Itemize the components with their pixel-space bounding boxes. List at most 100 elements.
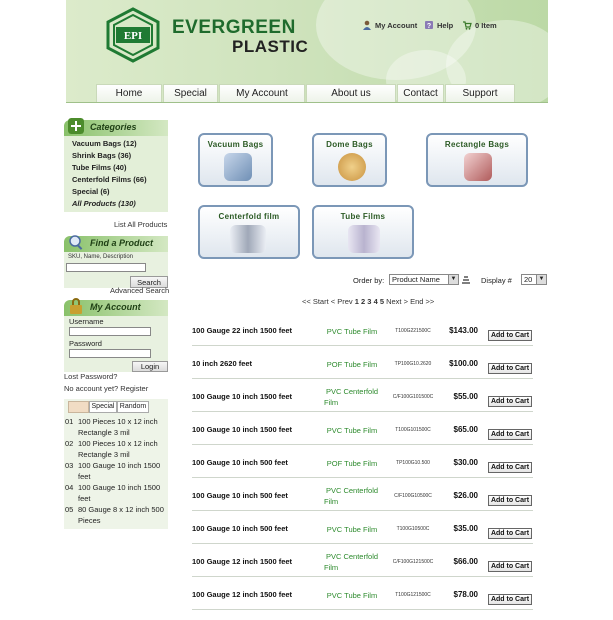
find-product-box: Find a Product SKU, Name, Description Se… [64, 235, 168, 288]
product-name[interactable]: 100 Gauge 10 inch 500 feet [192, 491, 288, 500]
tab-special[interactable]: Special [89, 401, 117, 413]
help-icon: ? [425, 21, 433, 30]
product-sku: C/F100G121500C [392, 559, 434, 565]
product-name[interactable]: 100 Gauge 12 inch 1500 feet [192, 590, 292, 599]
find-product-header: Find a Product [64, 235, 168, 252]
product-row: 100 Gauge 12 inch 1500 feet PVC Tube Film… [192, 577, 533, 610]
add-to-cart-button[interactable]: Add to Cart [488, 594, 532, 605]
category-button-rectangle-bags[interactable]: Rectangle Bags [426, 133, 528, 187]
product-row: 100 Gauge 10 inch 500 feet PVC Centerfold… [192, 478, 533, 511]
product-name[interactable]: 100 Gauge 10 inch 1500 feet [192, 392, 292, 401]
product-category[interactable]: PVC Tube Film [320, 590, 384, 601]
item-title-line2: feet [78, 494, 91, 503]
product-category[interactable]: PVC Tube Film [320, 524, 384, 535]
chevron-down-icon: ▼ [448, 275, 458, 284]
product-price: $35.00 [453, 524, 478, 533]
product-category[interactable]: PVC Centerfold Film [320, 551, 384, 573]
register-link[interactable]: No account yet? Register [64, 384, 148, 393]
nav-home[interactable]: Home [96, 84, 162, 102]
product-name[interactable]: 100 Gauge 22 inch 1500 feet [192, 326, 292, 335]
category-vacuum-bags[interactable]: Vacuum Bags (12) [72, 138, 168, 150]
product-name[interactable]: 10 inch 2620 feet [192, 359, 252, 368]
random-product-item[interactable]: 05 80 Gauge 8 x 12 inch 500 Pieces [65, 504, 167, 526]
cart-link[interactable]: 0 Item [462, 20, 497, 30]
item-title-line2: Rectangle 3 mil [78, 428, 130, 437]
category-centerfold-films[interactable]: Centerfold Films (66) [72, 174, 168, 186]
pagination-start[interactable]: << Start [302, 297, 329, 306]
help-link[interactable]: ? Help [424, 20, 453, 30]
category-shrink-bags[interactable]: Shrink Bags (36) [72, 150, 168, 162]
tab-latest[interactable] [68, 401, 89, 413]
product-name[interactable]: 100 Gauge 10 inch 500 feet [192, 458, 288, 467]
category-button-dome-bags[interactable]: Dome Bags [312, 133, 387, 187]
product-row: 100 Gauge 10 inch 1500 feet PVC Centerfol… [192, 379, 533, 412]
product-category[interactable]: PVC Tube Film [320, 425, 384, 436]
my-account-link[interactable]: My Account [362, 20, 417, 30]
random-product-item[interactable]: 04 100 Gauge 10 inch 1500 feet [65, 482, 167, 504]
login-button[interactable]: Login [132, 361, 168, 372]
product-category[interactable]: PVC Centerfold Film [320, 485, 384, 507]
pagination-page-3[interactable]: 3 [367, 297, 371, 306]
product-row: 100 Gauge 10 inch 1500 feet PVC Tube Film… [192, 412, 533, 445]
order-by-label: Order by: [353, 276, 385, 285]
search-input[interactable] [66, 263, 146, 272]
product-category[interactable]: POF Tube Film [320, 458, 384, 469]
order-by-select[interactable]: Product Name ▼ [389, 274, 459, 285]
pagination-page-5[interactable]: 5 [380, 297, 384, 306]
nav-about-us[interactable]: About us [306, 84, 396, 102]
random-product-item[interactable]: 03 100 Gauge 10 inch 1500 feet [65, 460, 167, 482]
add-to-cart-button[interactable]: Add to Cart [488, 561, 532, 572]
account-header: My Account [64, 298, 168, 316]
display-count-select[interactable]: 20 ▼ [521, 274, 547, 285]
nav-support[interactable]: Support [445, 84, 515, 102]
product-name[interactable]: 100 Gauge 10 inch 500 feet [192, 524, 288, 533]
nav-special[interactable]: Special [163, 84, 218, 102]
product-row: 10 inch 2620 feet POF Tube Film TP100G10.2… [192, 346, 533, 379]
product-category[interactable]: POF Tube Film [320, 359, 384, 370]
item-title-line1: 80 Gauge 8 x 12 inch 500 [78, 505, 164, 514]
add-to-cart-button[interactable]: Add to Cart [488, 330, 532, 341]
product-sku: TP100G10.500 [396, 460, 430, 466]
product-name[interactable]: 100 Gauge 10 inch 1500 feet [192, 425, 292, 434]
add-to-cart-button[interactable]: Add to Cart [488, 495, 532, 506]
item-title-line1: 100 Gauge 10 inch 1500 [78, 483, 161, 492]
add-to-cart-button[interactable]: Add to Cart [488, 462, 532, 473]
advanced-search-link[interactable]: Advanced Search [110, 286, 169, 295]
add-to-cart-button[interactable]: Add to Cart [488, 363, 532, 374]
category-tube-films[interactable]: Tube Films (40) [72, 162, 168, 174]
product-category[interactable]: PVC Centerfold Film [320, 386, 384, 408]
sort-direction-icon[interactable] [461, 274, 471, 284]
nav-contact[interactable]: Contact [397, 84, 444, 102]
list-all-products-link[interactable]: List All Products [114, 220, 167, 229]
category-button-vacuum-bags[interactable]: Vacuum Bags [198, 133, 273, 187]
add-to-cart-button[interactable]: Add to Cart [488, 396, 532, 407]
evergreen-logo[interactable]: EPI [104, 7, 162, 63]
brand-name-line2: PLASTIC [232, 37, 309, 56]
pagination-end[interactable]: End >> [410, 297, 434, 306]
random-product-item[interactable]: 02 100 Pieces 10 x 12 inch Rectangle 3 mil [65, 438, 167, 460]
username-field[interactable] [69, 327, 151, 336]
tab-random[interactable]: Random [117, 401, 149, 413]
category-all-products[interactable]: All Products (130) [72, 198, 168, 210]
password-field[interactable] [69, 349, 151, 358]
pagination-page-4[interactable]: 4 [374, 297, 378, 306]
category-button-tube-films[interactable]: Tube Films [312, 205, 414, 259]
product-row: 100 Gauge 22 inch 1500 feet PVC Tube Film… [192, 313, 533, 346]
pagination-page-2[interactable]: 2 [361, 297, 365, 306]
product-sku: C/F100G101500C [392, 394, 434, 400]
product-price: $30.00 [453, 458, 478, 467]
lost-password-link[interactable]: Lost Password? [64, 372, 117, 381]
product-category[interactable]: PVC Tube Film [320, 326, 384, 337]
add-to-cart-button[interactable]: Add to Cart [488, 528, 532, 539]
random-product-item[interactable]: 01 100 Pieces 10 x 12 inch Rectangle 3 mil [65, 416, 167, 438]
nav-my-account[interactable]: My Account [219, 84, 305, 102]
svg-text:?: ? [427, 23, 431, 30]
add-to-cart-button[interactable]: Add to Cart [488, 429, 532, 440]
pagination-prev[interactable]: < Prev [331, 297, 353, 306]
product-name[interactable]: 100 Gauge 12 inch 1500 feet [192, 557, 292, 566]
category-special[interactable]: Special (6) [72, 186, 168, 198]
product-price: $26.00 [453, 491, 478, 500]
pagination-next[interactable]: Next > [386, 297, 408, 306]
item-number: 04 [65, 483, 74, 492]
category-button-centerfold-film[interactable]: Centerfold film [198, 205, 300, 259]
